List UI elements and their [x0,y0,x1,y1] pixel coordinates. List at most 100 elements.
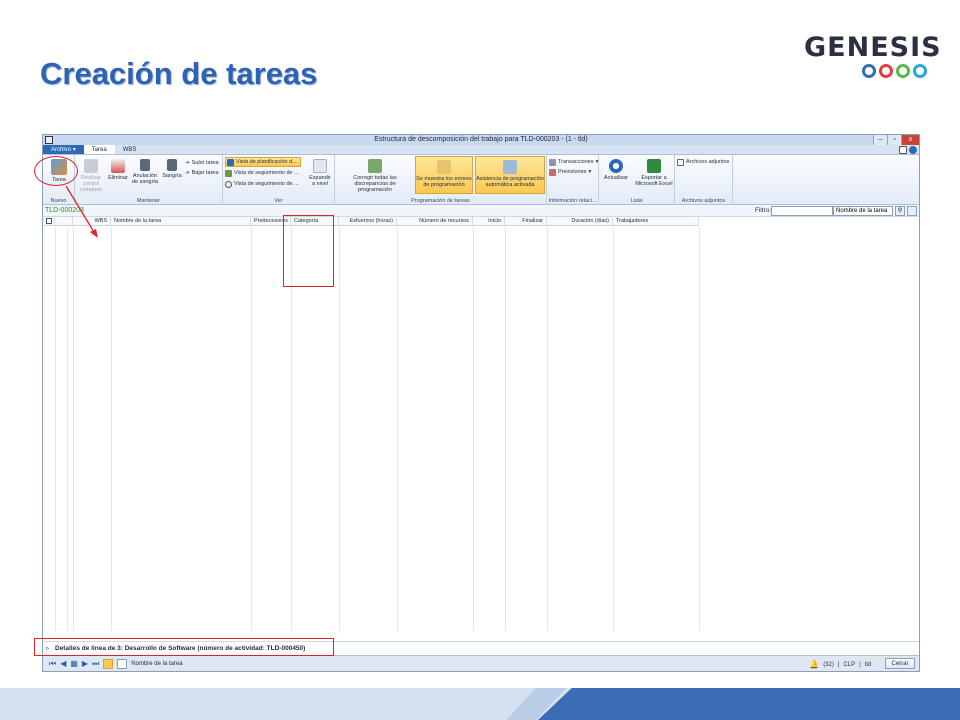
ribbon-group-lista: Actualizar Exportar a Microsoft Excel Li… [599,155,675,205]
restore-button[interactable]: ▫ [887,135,901,145]
select-all-checkbox[interactable] [46,218,52,224]
ribbon-group-info: Transacciones ▾ Previsiones ▾ Información … [547,155,599,205]
delete-label: Eliminar [108,175,128,181]
logo-ring-cyan-icon [913,64,927,78]
annotation-circle [34,156,78,186]
column-duration[interactable]: Duración (días) [547,217,613,226]
attach-record-icon[interactable] [117,659,128,669]
expand-icon [313,159,327,173]
last-record-icon[interactable]: ⏭ [92,659,99,669]
column-start[interactable]: Inicio [473,217,505,226]
planning-view-button[interactable]: Vista de planificación d... [225,157,301,167]
tab-tarea[interactable]: Tarea [83,145,115,154]
arrow-down-icon: ➜ [185,170,190,176]
subheader-bar: TLD-000203 Filtro: Nombre de la tarea ▾ … [43,205,919,223]
indent-button[interactable]: Sangría [161,159,183,179]
first-record-icon[interactable]: ⏮ [49,659,56,669]
grid-divider [473,227,474,631]
logo-ring-green-icon [896,64,910,78]
outdent-button[interactable]: Anulación de sangría [131,159,159,185]
column-resources[interactable]: Número de recursos [397,217,473,226]
slide-title: Creación de tareas [40,56,318,91]
ribbon-group-programacion: Corregir todas las discrepancias de prog… [335,155,547,205]
outdent-icon [140,159,150,171]
ribbon-group-ver: Vista de planificación d... Vista de seg… [223,155,335,205]
clear-filter-button[interactable] [907,206,917,216]
attachments-button[interactable]: Archivos adjuntos [677,157,729,167]
auto-scheduling-button[interactable]: Asistencia de programación automática ac… [475,156,545,194]
delete-icon [111,159,125,173]
column-wbs[interactable]: WBS [73,217,111,226]
export-excel-button[interactable]: Exportar a Microsoft Excel [635,159,673,187]
bell-icon[interactable]: 🔔 [809,660,819,669]
refresh-button[interactable]: Actualizar [601,159,631,181]
filter-field-select[interactable]: Nombre de la tarea ▾ [833,206,893,223]
complete-check-button[interactable]: Realizar control completo [77,159,105,193]
window-titlebar: Estructura de descomposición del trabajo… [43,135,919,145]
column-task-name[interactable]: Nombre de la tarea [111,217,251,226]
expand-level-button[interactable]: Expandir a nivel [307,159,333,187]
ribbon-tabs: Archivo ▾ Tarea WBS [43,145,919,155]
ribbon: Tarea Nuevo Realizar control completo El… [43,155,919,205]
notification-count[interactable]: (32) [823,662,834,668]
tab-archivo[interactable]: Archivo ▾ [43,145,84,154]
records-icon[interactable]: ▦ [70,659,78,669]
filter-input[interactable] [771,206,833,216]
window-mode-icon[interactable] [899,146,907,154]
delete-button[interactable]: Eliminar [107,159,129,181]
edit-record-icon[interactable] [103,659,114,669]
show-errors-label: Se muestra los errores de programación [416,176,472,188]
move-down-label: Bajar tarea [191,170,219,176]
tab-wbs[interactable]: WBS [115,145,145,154]
column-finish[interactable]: Finalizar [505,217,547,226]
window-title: Estructura de descomposición del trabajo… [374,136,588,143]
schedule-errors-icon [437,160,451,174]
attachments-label: Archivos adjuntos [686,159,730,165]
window-controls: – ▫ x [873,135,919,145]
fix-discrepancies-button[interactable]: Corregir todas las discrepancias de prog… [337,159,413,193]
tab-icons [899,146,917,154]
help-icon[interactable] [909,146,917,154]
annotation-rect-category [283,215,334,287]
genesis-logo: GENESIS [804,34,941,78]
close-button[interactable]: Cerrar [885,658,915,669]
transactions-menu[interactable]: Transacciones ▾ [549,157,598,167]
paperclip-icon [677,158,684,166]
column-effort[interactable]: Esfuerzos (horas) [339,217,397,226]
tracking-view-label-2: Vista de seguimiento de ... [234,181,299,187]
clock-icon [225,180,232,188]
forecasts-menu[interactable]: Previsiones ▾ [549,167,591,177]
move-down-button[interactable]: ➜ Bajar tarea [185,168,219,178]
tab-archivo-label: Archivo [51,147,72,153]
grid-header: WBS Nombre de la tarea Predecesores Cate… [43,217,699,226]
indent-label: Sangría [162,173,182,179]
grid-divider [67,227,68,631]
filter-search-button[interactable]: ⚲ [895,206,905,216]
company: tld [864,661,871,668]
fix-discrepancies-label: Corregir todas las discrepancias de prog… [353,175,397,193]
grid-divider [55,227,56,631]
breadcrumb[interactable]: TLD-000203 [45,207,84,214]
move-up-button[interactable]: ➜ Subir tarea [185,158,219,168]
logo-rings [862,64,930,78]
search-icon: ⚲ [897,208,903,214]
export-excel-label: Exportar a Microsoft Excel [635,175,673,187]
minimize-button[interactable]: – [873,135,887,145]
app-icon [45,136,53,144]
previous-record-icon[interactable]: ◀ [60,659,66,669]
transactions-icon [549,158,556,166]
show-errors-button[interactable]: Se muestra los errores de programación [415,156,473,194]
tracking-view-button-1[interactable]: Vista de seguimiento de ... [225,168,299,178]
grid-divider [339,227,340,631]
grid-divider [613,227,614,631]
status-divider: | [859,661,861,668]
column-select[interactable] [43,217,55,226]
auto-schedule-icon [503,160,517,174]
close-window-button[interactable]: x [901,135,919,145]
grid-divider [699,227,700,631]
app-window: Estructura de descomposición del trabajo… [42,134,920,672]
column-workers[interactable]: Trabajadores [613,217,699,226]
tracking-view-button-2[interactable]: Vista de seguimiento de ... [225,179,299,189]
next-record-icon[interactable]: ▶ [82,659,88,669]
checklist-icon [84,159,98,173]
